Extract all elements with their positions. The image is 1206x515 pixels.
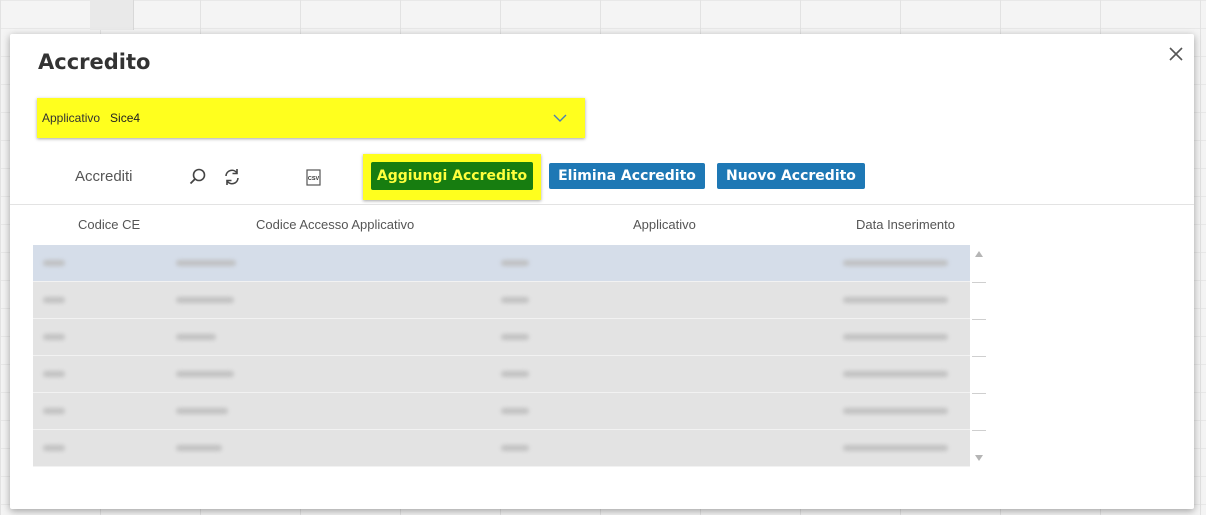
table-cell — [176, 371, 234, 377]
table-cell — [176, 297, 234, 303]
table-cell — [501, 334, 529, 340]
svg-text:CSV: CSV — [308, 176, 320, 182]
table-cell — [843, 408, 948, 414]
table-cell — [843, 297, 948, 303]
table-cell — [43, 408, 65, 414]
table-cell — [176, 334, 216, 340]
table-row[interactable] — [33, 282, 970, 319]
table-cell — [501, 297, 529, 303]
table-cell — [843, 334, 948, 340]
scrollbar-tick — [972, 319, 986, 320]
column-header-applicativo[interactable]: Applicativo — [633, 217, 696, 232]
table-scrollbar[interactable] — [970, 245, 988, 467]
table-cell — [176, 260, 236, 266]
table-cell — [843, 260, 948, 266]
table-cell — [43, 445, 65, 451]
aggiungi-highlight: Aggiungi Accredito — [363, 154, 541, 200]
nuovo-accredito-button[interactable]: Nuovo Accredito — [717, 163, 865, 189]
refresh-icon[interactable] — [222, 167, 242, 187]
scrollbar-tick — [972, 393, 986, 394]
table-row[interactable] — [33, 245, 970, 282]
search-icon[interactable] — [188, 167, 208, 187]
table-cell — [43, 334, 65, 340]
accredito-dialog: Accredito Applicativo Sice4 Accrediti CS… — [10, 34, 1194, 509]
table-row[interactable] — [33, 319, 970, 356]
table-cell — [176, 408, 228, 414]
applicativo-value: Sice4 — [110, 111, 141, 125]
background-header-strip — [90, 0, 134, 30]
scroll-up-icon[interactable] — [974, 249, 984, 259]
column-header-codice-ce[interactable]: Codice CE — [78, 217, 140, 232]
aggiungi-accredito-button[interactable]: Aggiungi Accredito — [371, 162, 533, 190]
table-cell — [501, 371, 529, 377]
table-cell — [501, 445, 529, 451]
grid-toolbar: Accrediti CSV Aggiungi Accredito Elimina… — [10, 152, 1194, 204]
csv-export-icon[interactable]: CSV — [304, 167, 324, 187]
scrollbar-tick — [972, 282, 986, 283]
table-cell — [43, 297, 65, 303]
table-cell — [501, 260, 529, 266]
column-header-data-inserimento[interactable]: Data Inserimento — [856, 217, 955, 232]
applicativo-label: Applicativo — [42, 111, 101, 125]
applicativo-select[interactable]: Applicativo Sice4 — [37, 98, 585, 138]
table-cell — [43, 371, 65, 377]
chevron-down-icon[interactable] — [553, 111, 567, 125]
table-cell — [843, 445, 948, 451]
table-cell — [501, 408, 529, 414]
grid-title: Accrediti — [75, 168, 133, 185]
table-cell — [843, 371, 948, 377]
table-row[interactable] — [33, 356, 970, 393]
scrollbar-tick — [972, 430, 986, 431]
table-body — [33, 245, 970, 467]
close-icon[interactable] — [1166, 44, 1186, 64]
scrollbar-tick — [972, 356, 986, 357]
table-row[interactable] — [33, 393, 970, 430]
table-cell — [176, 445, 222, 451]
dialog-title: Accredito — [38, 50, 151, 74]
table-cell — [43, 260, 65, 266]
column-header-codice-accesso[interactable]: Codice Accesso Applicativo — [256, 217, 414, 232]
scroll-down-icon[interactable] — [974, 453, 984, 463]
table-row[interactable] — [33, 430, 970, 467]
elimina-accredito-button[interactable]: Elimina Accredito — [549, 163, 705, 189]
table-header: Codice CE Codice Accesso Applicativo App… — [10, 205, 1194, 245]
